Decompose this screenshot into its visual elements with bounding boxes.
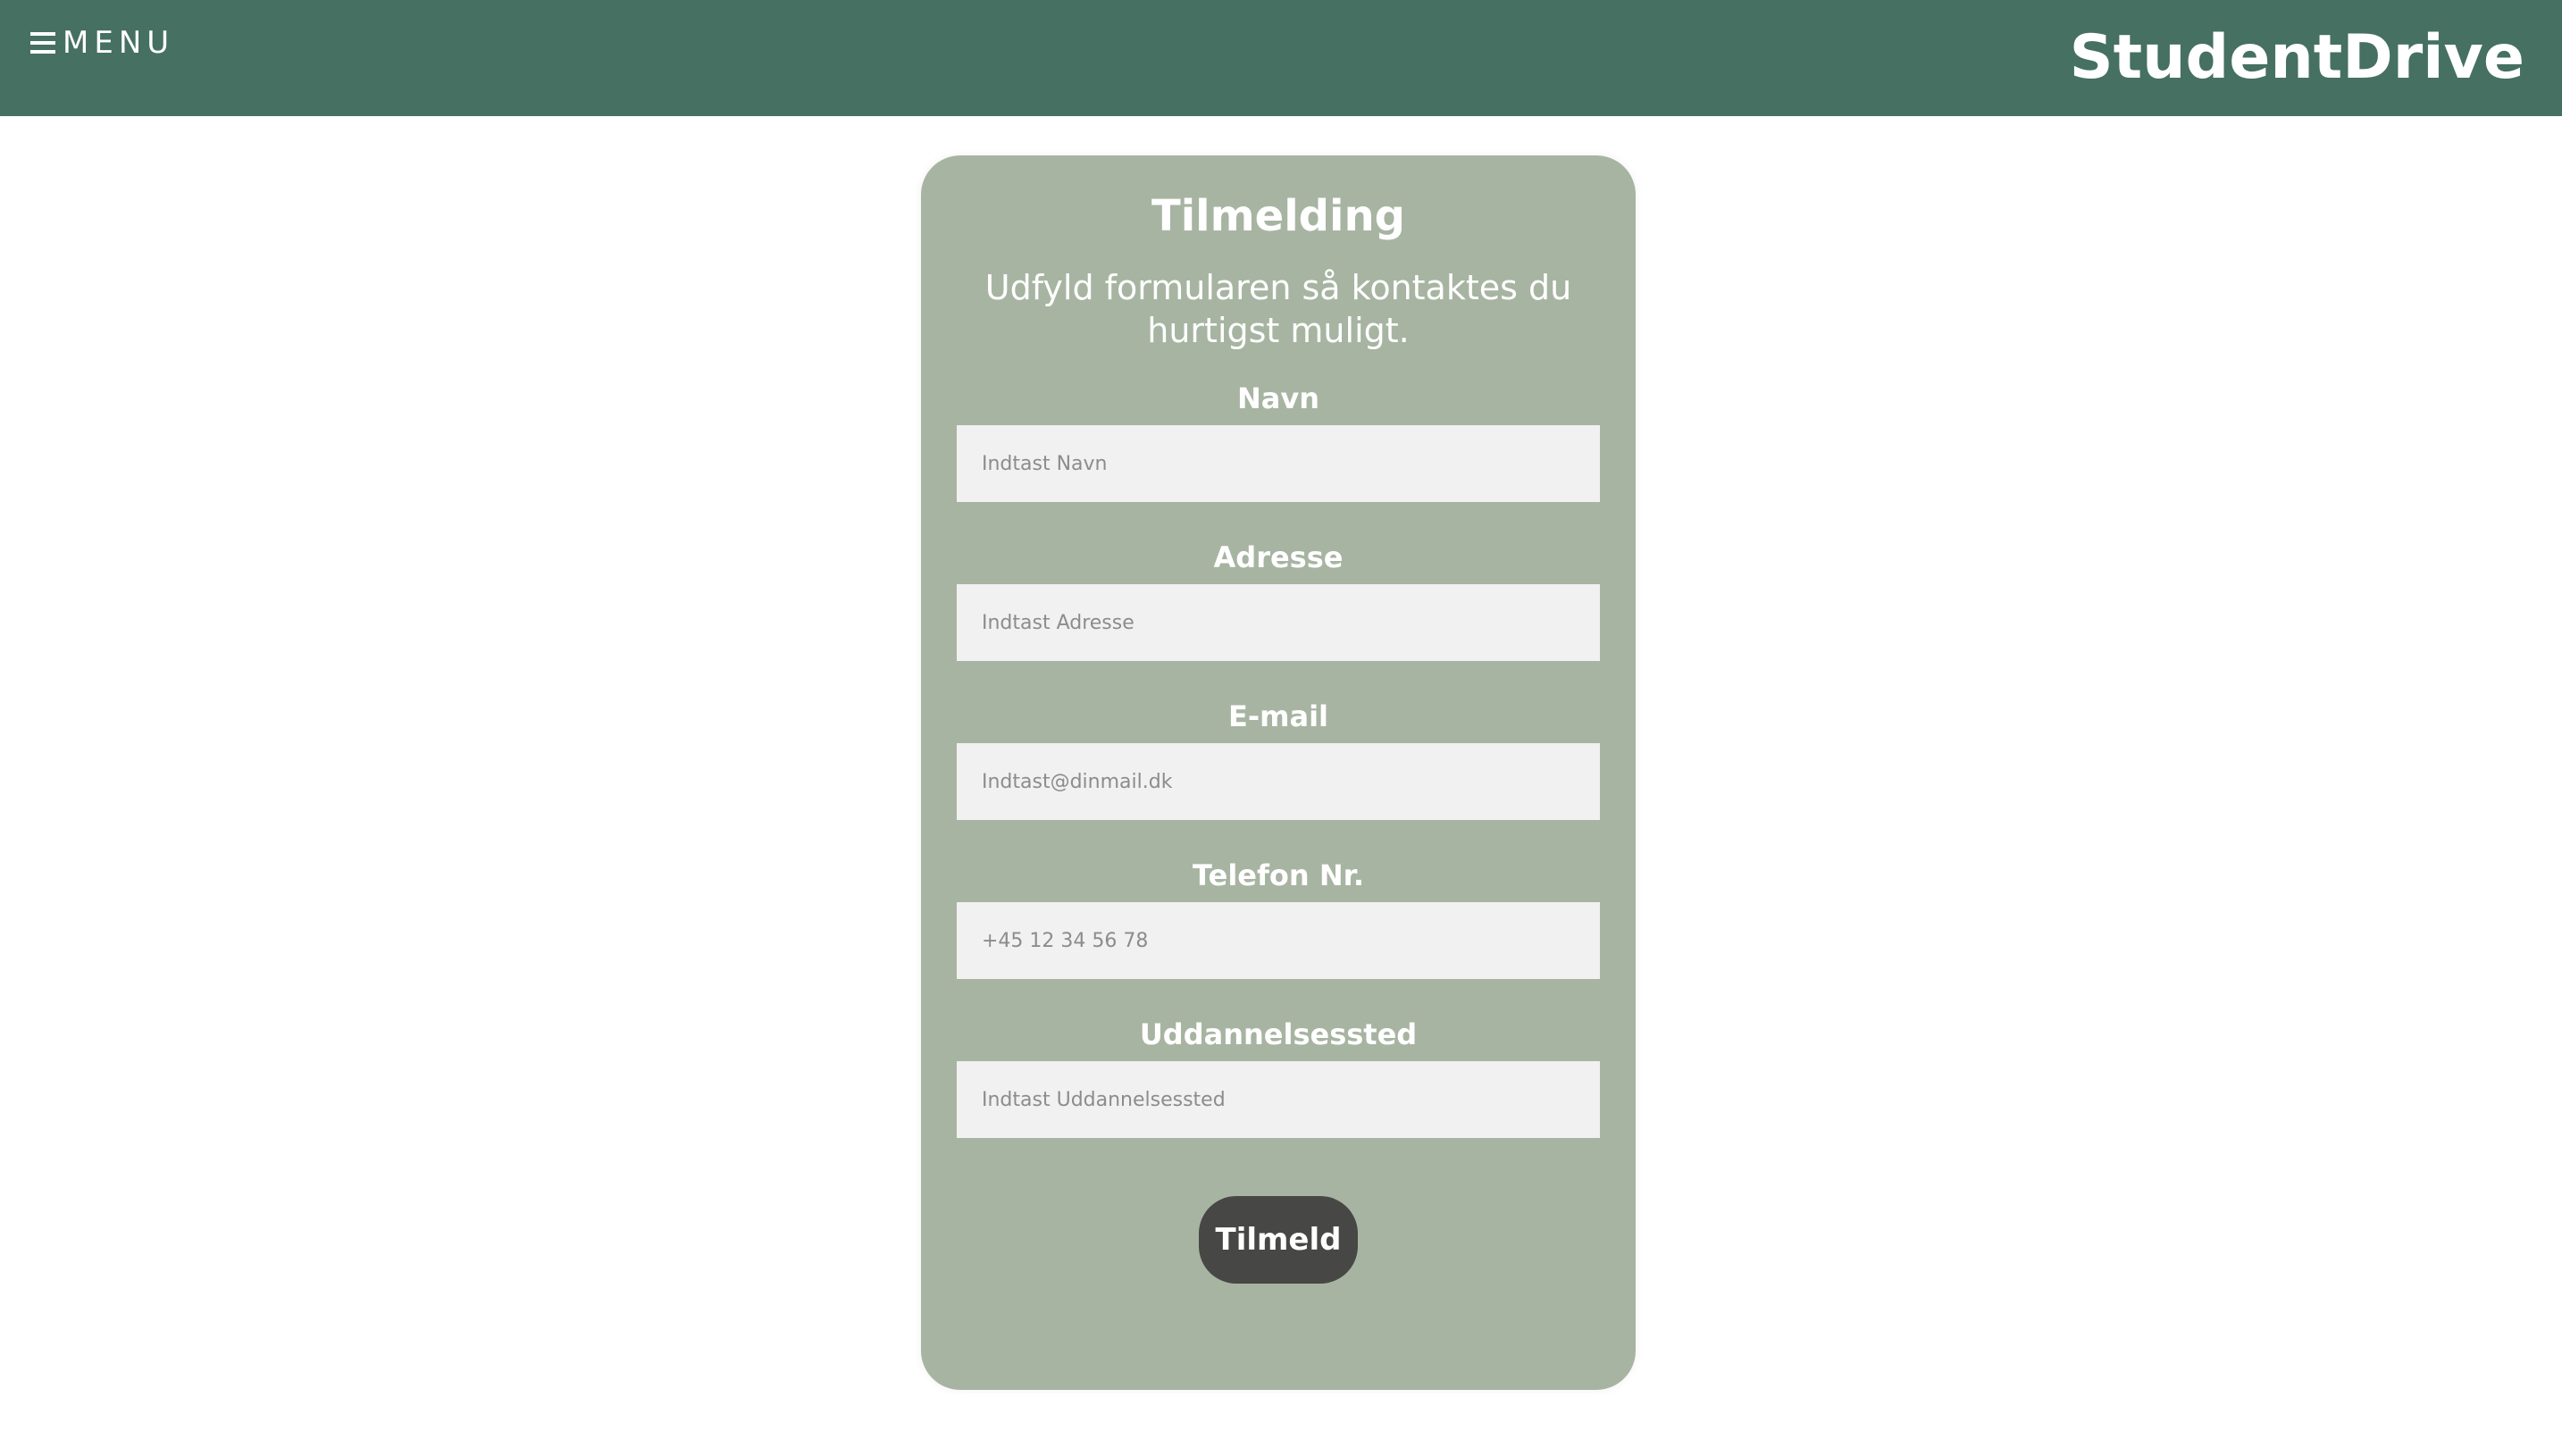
signup-button[interactable]: Tilmeld	[1199, 1196, 1358, 1284]
name-label: Navn	[1236, 381, 1319, 415]
signup-form-card: Tilmelding Udfyld formularen så kontakte…	[921, 155, 1636, 1390]
phone-input[interactable]	[957, 902, 1600, 979]
address-label: Adresse	[1213, 540, 1344, 574]
email-input[interactable]	[957, 743, 1600, 820]
form-subtitle: Udfyld formularen så kontaktes du hurtig…	[984, 268, 1572, 350]
name-input[interactable]	[957, 425, 1600, 502]
education-input[interactable]	[957, 1061, 1600, 1138]
address-input[interactable]	[957, 584, 1600, 661]
menu-button[interactable]: MENU	[30, 21, 174, 64]
menu-label: MENU	[63, 25, 175, 61]
form-title: Tilmelding	[1151, 191, 1405, 241]
brand-logo[interactable]: StudentDrive	[2070, 18, 2524, 98]
education-label: Uddannelsessted	[1139, 1017, 1418, 1051]
email-label: E-mail	[1227, 699, 1328, 733]
phone-label: Telefon Nr.	[1193, 858, 1364, 892]
top-navigation-bar: MENU StudentDrive	[0, 0, 2562, 116]
hamburger-icon	[30, 32, 55, 54]
